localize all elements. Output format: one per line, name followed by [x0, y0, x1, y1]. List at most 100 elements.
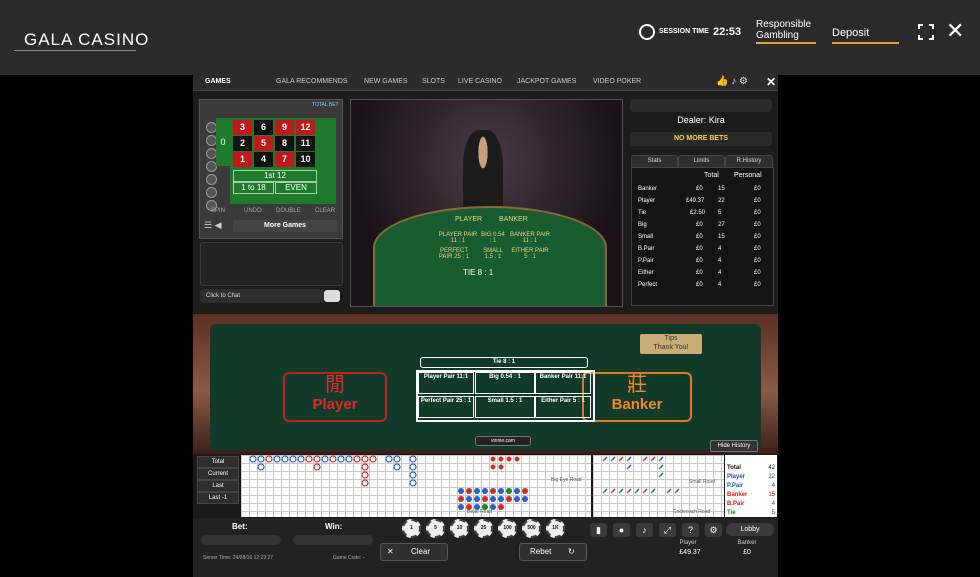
video-tie: TIE 8 : 1: [463, 268, 494, 277]
win-value: [293, 535, 373, 545]
settings-icons[interactable]: 👍 ♪ ⚙: [716, 76, 748, 87]
road-current-button[interactable]: Current: [197, 468, 239, 480]
site-logo[interactable]: GALA CASINO: [24, 30, 149, 50]
chat-input[interactable]: Click to Chat: [200, 289, 324, 303]
roulette-zero[interactable]: 0: [216, 118, 230, 166]
chip-25[interactable]: 25: [474, 519, 493, 538]
live-video: PLAYER BANKER PLAYER PAIR 11 : 1 BIG 0.5…: [350, 99, 623, 307]
table-row: B.Pair £0 4 £0: [638, 246, 761, 252]
gear-icon[interactable]: ⚙: [705, 523, 722, 537]
fullscreen-icon[interactable]: [918, 24, 934, 40]
nav-slots[interactable]: SLOTS: [422, 78, 445, 85]
big-bet[interactable]: Big 0.54 : 1: [475, 372, 535, 394]
deposit-link[interactable]: Deposit: [832, 27, 899, 44]
help-icon[interactable]: ?: [682, 523, 699, 537]
perfect-pair-bet[interactable]: Perfect Pair 25 : 1: [418, 396, 474, 418]
video-banker-label: BANKER: [499, 216, 528, 223]
results-summary: Total 42 Player 22 P.Pair 4 Banker 15 B.Pair…: [725, 455, 777, 517]
video-player-label: PLAYER: [455, 216, 483, 223]
mini-chip-column[interactable]: [206, 122, 217, 213]
roulette-number[interactable]: 4: [254, 152, 273, 167]
roulette-number[interactable]: 7: [275, 152, 294, 167]
table-row: Small £0 15 £0: [638, 234, 761, 240]
roulette-low[interactable]: 1 to 18: [233, 182, 274, 194]
undo-button[interactable]: UNDO: [244, 208, 262, 214]
roulette-table[interactable]: 0 3 6 9 12 2 5 8 11 1 4 7 10 1st 12 1 to…: [216, 118, 336, 204]
toggle-icon[interactable]: ●: [613, 523, 630, 537]
chip-10[interactable]: 10: [450, 519, 469, 538]
chip-100[interactable]: 100: [498, 519, 517, 538]
video-bp: BANKER PAIR 11 : 1: [510, 232, 550, 244]
chip-1k[interactable]: 1K: [546, 519, 565, 538]
clock-icon: [639, 24, 655, 40]
lobby-button[interactable]: Lobby: [726, 523, 774, 536]
site-header: GALA CASINO SESSION TIME 22:53 Responsib…: [0, 0, 980, 75]
responsible-gambling-link[interactable]: Responsible Gambling: [756, 19, 816, 44]
stats-table: Total Personal Banker £0 15 £0 Player £49.37…: [631, 167, 774, 306]
banker-pair-bet[interactable]: Banker Pair 11:1: [535, 372, 591, 394]
table-row: Tie £2.50 5 £0: [638, 210, 761, 216]
banker-glyph: 莊: [627, 374, 647, 396]
table-name: vinnie.cam: [475, 436, 531, 446]
roulette-number[interactable]: 8: [275, 136, 294, 151]
roulette-number[interactable]: 3: [233, 120, 252, 135]
player-pair-bet[interactable]: Player Pair 11:1: [418, 372, 474, 394]
roulette-even[interactable]: EVEN: [275, 182, 317, 194]
rebet-button[interactable]: Rebet ↻: [519, 543, 587, 561]
roulette-number[interactable]: 11: [296, 136, 315, 151]
nav-video-poker[interactable]: VIDEO POKER: [593, 78, 641, 85]
road-last1-button[interactable]: Last -1: [197, 492, 239, 504]
player-bet-area[interactable]: 閒 Player: [283, 372, 387, 422]
bet-label: Bet:: [232, 522, 248, 531]
game-close-icon[interactable]: ✕: [766, 75, 776, 89]
dealer-bar: [630, 99, 772, 112]
chip-500[interactable]: 500: [522, 519, 541, 538]
roulette-number[interactable]: 12: [296, 120, 315, 135]
roulette-number[interactable]: 5: [254, 136, 273, 151]
bet-value: [201, 535, 281, 545]
either-pair-bet[interactable]: Either Pair 5 : 1: [535, 396, 591, 418]
clear-bets-button[interactable]: ✕ Clear: [380, 543, 448, 561]
nav-new-games[interactable]: NEW GAMES: [364, 78, 408, 85]
hide-history-button[interactable]: Hide History: [710, 440, 758, 452]
road-total-button[interactable]: Total: [197, 456, 239, 468]
nav-live-casino[interactable]: LIVE CASINO: [458, 78, 502, 85]
clear-button[interactable]: CLEAR: [315, 208, 335, 214]
player-glyph: 閒: [325, 374, 345, 396]
close-icon[interactable]: ✕: [946, 20, 964, 42]
banker-label: Banker: [611, 396, 663, 413]
roulette-number[interactable]: 10: [296, 152, 315, 167]
clear-x-icon: ✕: [387, 547, 394, 556]
table-row: Big £0 27 £0: [638, 222, 761, 228]
stats-icon[interactable]: ▮: [590, 523, 607, 537]
double-button[interactable]: DOUBLE: [276, 208, 301, 214]
small-bet[interactable]: Small 1.5 : 1: [475, 396, 535, 418]
nav-jackpot-games[interactable]: JACKPOT GAMES: [517, 78, 576, 85]
win-label: Win:: [325, 522, 343, 531]
roulette-number[interactable]: 1: [233, 152, 252, 167]
summary-row: Banker 15: [727, 492, 775, 498]
roulette-number[interactable]: 6: [254, 120, 273, 135]
chip-1[interactable]: 1: [402, 519, 421, 538]
col-total: Total: [704, 172, 719, 179]
road-last-button[interactable]: Last: [197, 480, 239, 492]
spin-button[interactable]: SPIN: [211, 208, 225, 214]
expand-icon[interactable]: ⤢: [659, 523, 676, 537]
roulette-number[interactable]: 9: [275, 120, 294, 135]
rebet-label: Rebet: [530, 547, 552, 556]
nav-games[interactable]: GAMES: [205, 78, 231, 85]
game-nav: GAMES GALA RECOMMENDS NEW GAMES SLOTS LI…: [193, 75, 778, 91]
roulette-number[interactable]: 2: [233, 136, 252, 151]
tie-bet-area[interactable]: Tie 8 : 1: [420, 357, 588, 368]
chat-send-button[interactable]: [324, 290, 340, 302]
tips-button[interactable]: Tips Thank You!: [640, 334, 702, 354]
more-games-button[interactable]: More Games: [233, 220, 337, 232]
bet-status: NO MORE BETS: [630, 132, 772, 146]
menu-icon[interactable]: ☰ ◀: [204, 220, 222, 231]
banker-bet-area[interactable]: 莊 Banker: [582, 372, 692, 422]
roulette-dozen[interactable]: 1st 12: [233, 170, 317, 182]
nav-gala-recommends[interactable]: GALA RECOMMENDS: [276, 78, 348, 85]
chip-5[interactable]: 5: [426, 519, 445, 538]
mini-roulette: TOTAL BET 0 3 6 9 12 2 5 8 11 1 4 7 10 1…: [199, 99, 343, 239]
sound-icon[interactable]: ♪: [636, 523, 653, 537]
